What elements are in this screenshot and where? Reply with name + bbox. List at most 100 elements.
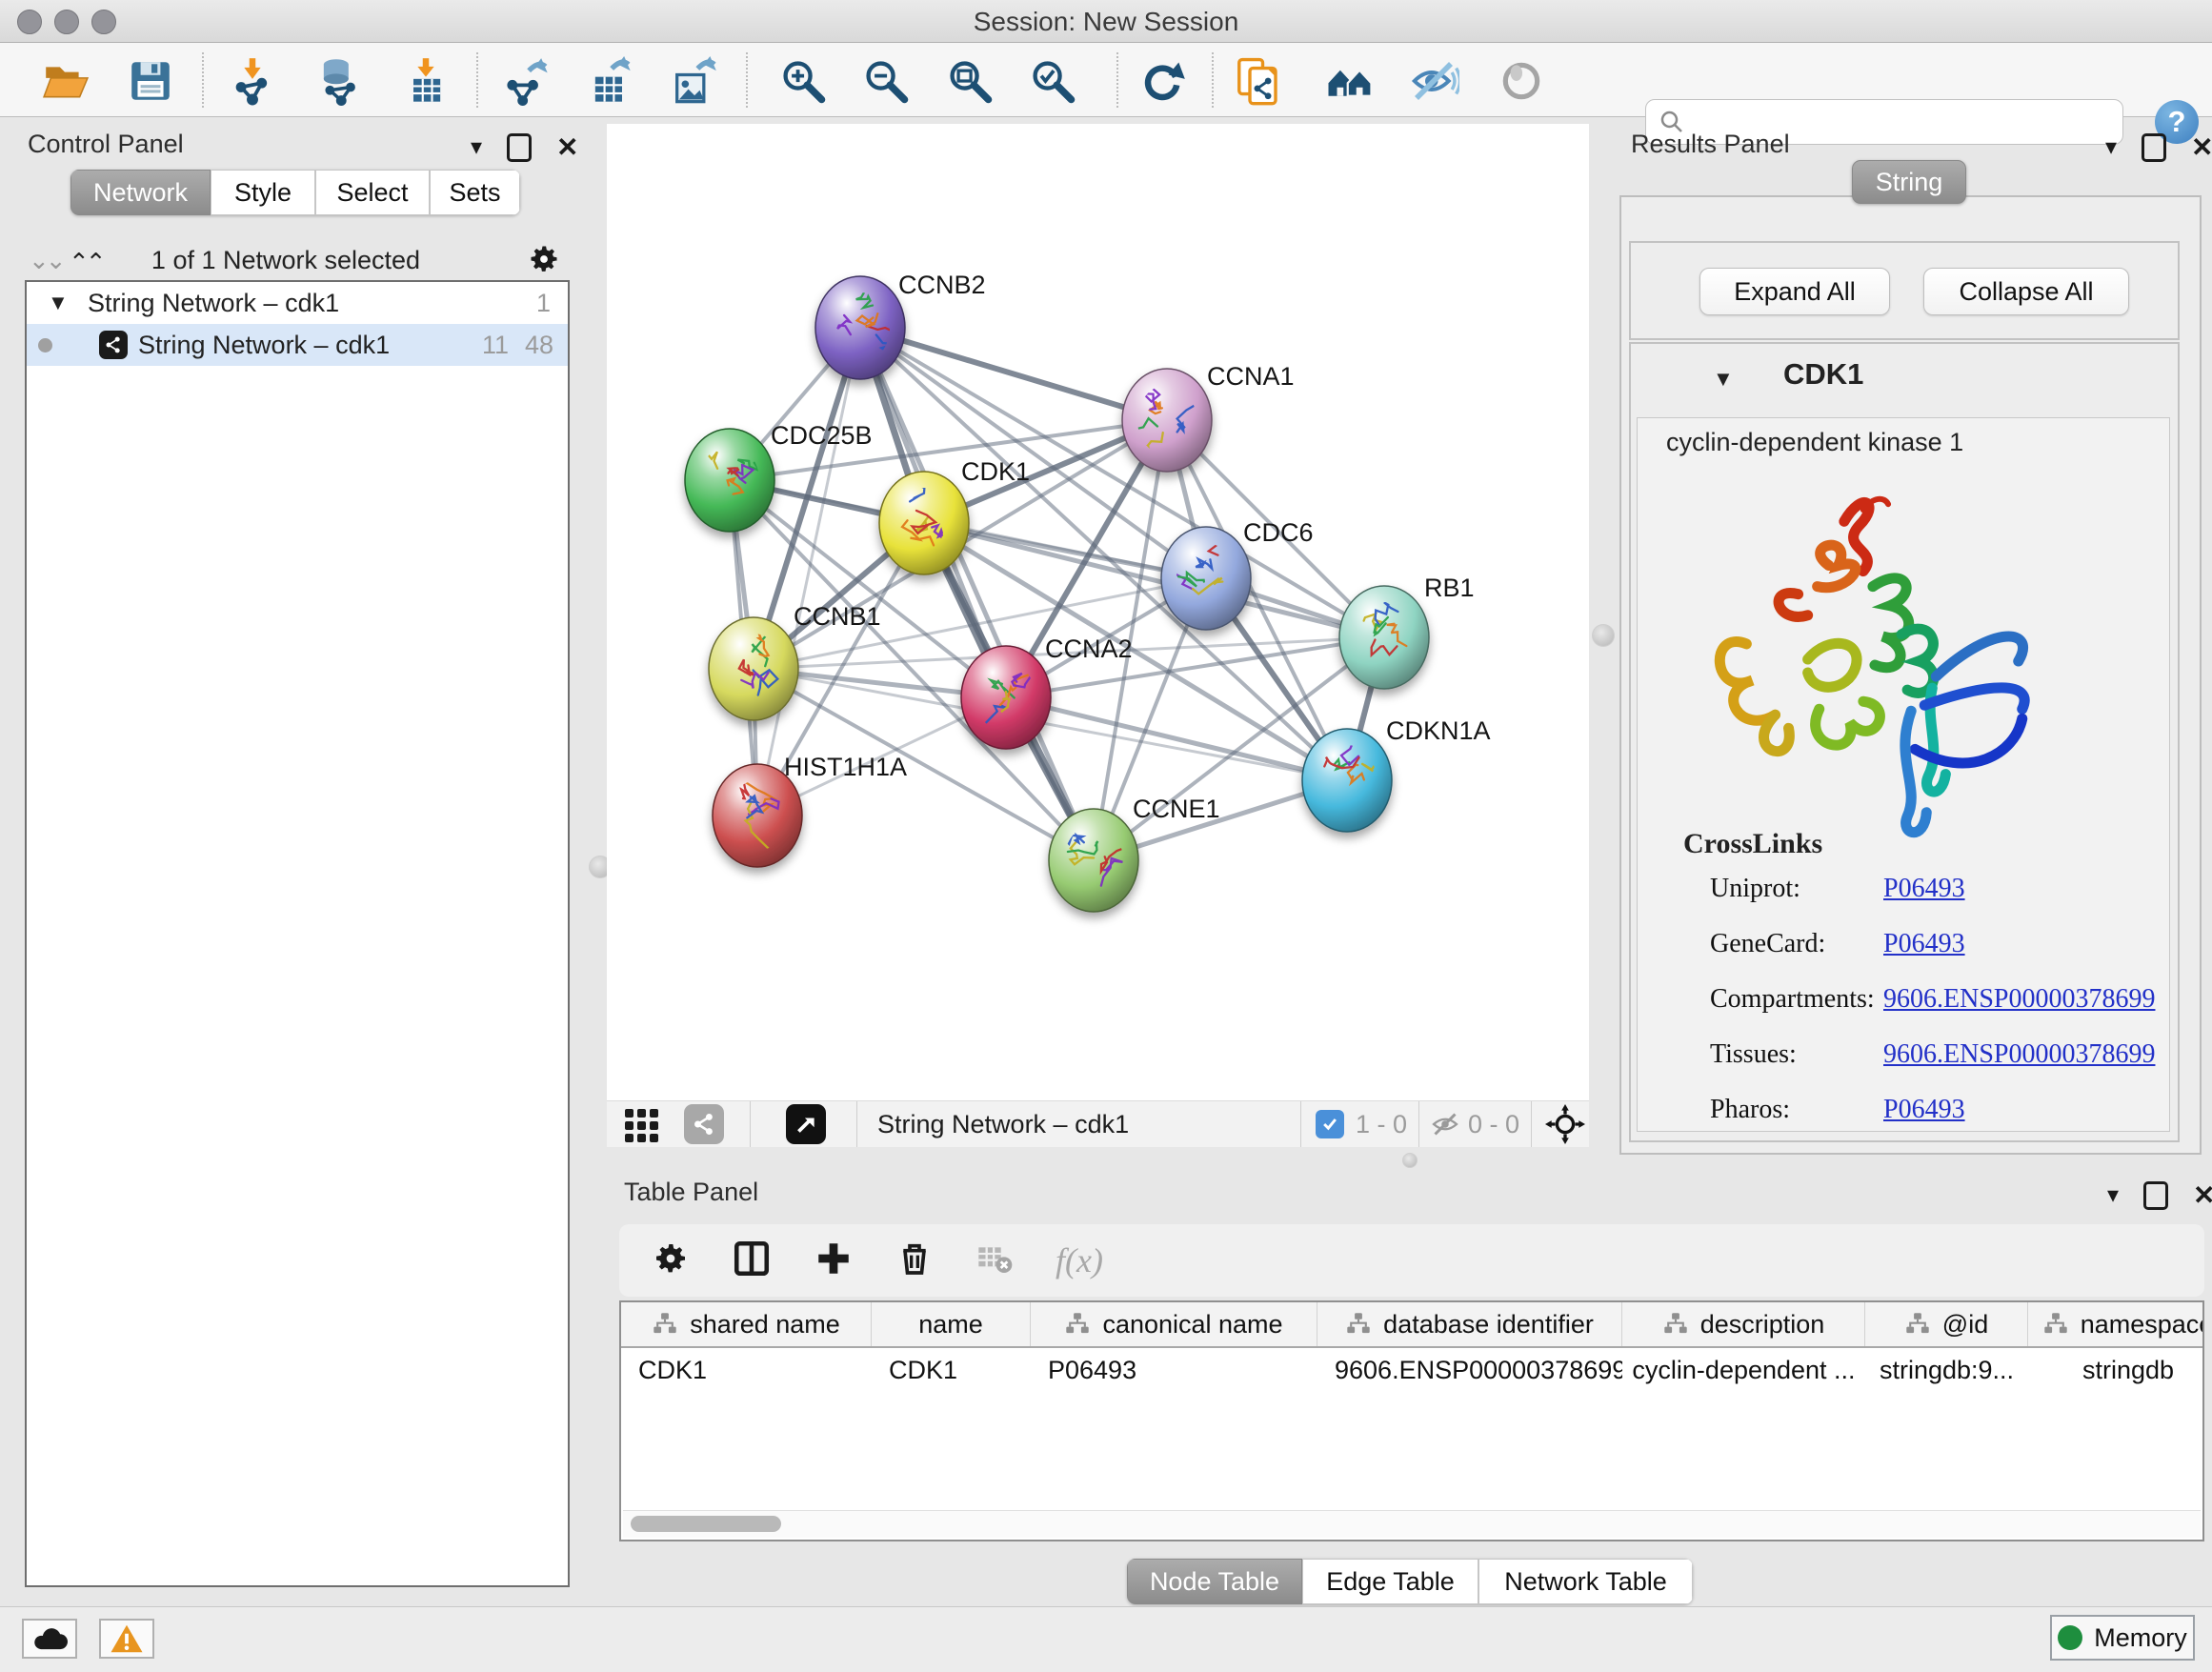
export-table-icon[interactable] xyxy=(583,54,636,108)
crosslink-link[interactable]: P06493 xyxy=(1883,874,1965,904)
add-column-icon[interactable] xyxy=(814,1239,854,1283)
export-image-icon[interactable] xyxy=(667,54,720,108)
memory-status-dot-icon xyxy=(2058,1625,2082,1650)
tab-edge-table[interactable]: Edge Table xyxy=(1302,1559,1478,1604)
network-from-selection-icon[interactable] xyxy=(1232,54,1285,108)
table-cell[interactable]: stringdb:9... xyxy=(1865,1356,2028,1385)
column-header-name[interactable]: name xyxy=(872,1302,1031,1346)
table-cell[interactable]: P06493 xyxy=(1031,1356,1317,1385)
collapse-all-icon[interactable]: ⌄⌄ xyxy=(29,246,63,275)
import-table-file-icon[interactable] xyxy=(399,54,452,108)
close-panel-icon[interactable]: ✕ xyxy=(2193,1179,2212,1211)
network-node[interactable] xyxy=(1122,369,1212,472)
tab-node-table[interactable]: Node Table xyxy=(1127,1559,1302,1604)
network-node[interactable] xyxy=(709,617,798,720)
float-panel-icon[interactable] xyxy=(507,133,532,162)
crosslink-link[interactable]: 9606.ENSP00000378699 xyxy=(1883,984,2155,1015)
tab-network-table[interactable]: Network Table xyxy=(1478,1559,1693,1604)
window-title: Session: New Session xyxy=(0,7,2212,37)
table-cell[interactable]: CDK1 xyxy=(621,1356,872,1385)
refresh-icon[interactable] xyxy=(1136,54,1189,108)
network-tree: ▼ String Network – cdk1 1 String Network… xyxy=(25,280,570,1587)
open-session-icon[interactable] xyxy=(38,54,91,108)
zoom-selected-icon[interactable] xyxy=(1026,54,1079,108)
network-node[interactable] xyxy=(1302,729,1392,832)
memory-button[interactable]: Memory xyxy=(2050,1615,2195,1661)
table-cell[interactable]: stringdb xyxy=(2028,1356,2204,1385)
home-icon[interactable] xyxy=(1323,54,1377,108)
horizontal-splitter-grip[interactable] xyxy=(1402,1153,1418,1168)
table-cell[interactable]: 9606.ENSP00000378699 xyxy=(1317,1356,1622,1385)
zoom-in-icon[interactable] xyxy=(776,54,830,108)
crosslink-link[interactable]: 9606.ENSP00000378699 xyxy=(1883,1039,2155,1070)
panel-menu-icon[interactable]: ▾ xyxy=(2107,1181,2119,1209)
scrollbar-thumb[interactable] xyxy=(631,1516,781,1532)
node-table[interactable]: shared namenamecanonical namedatabase id… xyxy=(619,1300,2204,1541)
crosslink-label: Compartments: xyxy=(1710,984,1875,1015)
network-collection-label: String Network – cdk1 xyxy=(88,289,339,318)
toolbar-separator xyxy=(1531,1101,1532,1147)
save-session-icon[interactable] xyxy=(124,54,177,108)
network-view-toolbar: String Network – cdk1 1 - 0 0 - 0 xyxy=(607,1100,1589,1147)
table-cell[interactable]: cyclin-dependent ... xyxy=(1622,1356,1865,1385)
column-header-database-identifier[interactable]: database identifier xyxy=(1317,1302,1622,1346)
export-network-icon[interactable] xyxy=(500,54,553,108)
column-header--id[interactable]: @id xyxy=(1865,1302,2028,1346)
close-panel-icon[interactable]: ✕ xyxy=(556,131,578,163)
column-header-shared-name[interactable]: shared name xyxy=(621,1302,872,1346)
crosslink-link[interactable]: P06493 xyxy=(1883,929,1965,959)
table-panel-title: Table Panel xyxy=(624,1178,758,1207)
zoom-out-icon[interactable] xyxy=(859,54,913,108)
network-edge[interactable] xyxy=(860,328,1167,420)
column-header-namespace[interactable]: namespace xyxy=(2028,1302,2204,1346)
network-node[interactable] xyxy=(1161,527,1251,630)
cloud-icon[interactable] xyxy=(22,1619,77,1659)
table-horizontal-scrollbar[interactable] xyxy=(623,1510,2201,1538)
network-view-share-icon[interactable] xyxy=(684,1104,724,1144)
collapse-all-button[interactable]: Collapse All xyxy=(1923,268,2129,315)
tab-string[interactable]: String xyxy=(1852,160,1966,204)
tab-style[interactable]: Style xyxy=(211,170,315,215)
pan-crosshair-icon[interactable] xyxy=(1545,1104,1585,1149)
selected-checkbox-icon[interactable] xyxy=(1316,1110,1344,1138)
warning-icon[interactable] xyxy=(99,1619,154,1659)
hidden-indicator: 0 - 0 xyxy=(1468,1110,1519,1139)
network-row[interactable]: String Network – cdk1 11 48 xyxy=(27,324,568,366)
close-panel-icon[interactable]: ✕ xyxy=(2191,131,2212,163)
tab-sets[interactable]: Sets xyxy=(430,170,520,215)
collapse-tree-icon[interactable]: ▼ xyxy=(48,291,69,315)
collapse-protein-icon[interactable]: ▼ xyxy=(1713,367,1734,392)
grid-view-icon[interactable] xyxy=(621,1103,663,1150)
crosslinks-heading: CrossLinks xyxy=(1683,828,1822,860)
float-panel-icon[interactable] xyxy=(2143,1181,2168,1210)
network-node[interactable] xyxy=(1339,586,1429,689)
column-header-canonical-name[interactable]: canonical name xyxy=(1031,1302,1317,1346)
panel-menu-icon[interactable]: ▾ xyxy=(471,133,482,161)
network-options-gear-icon[interactable] xyxy=(527,242,561,281)
network-node[interactable] xyxy=(1049,809,1138,912)
tab-network[interactable]: Network xyxy=(70,170,211,215)
import-network-database-icon[interactable] xyxy=(312,54,365,108)
birdseye-view-icon[interactable] xyxy=(786,1104,826,1144)
tab-select[interactable]: Select xyxy=(315,170,430,215)
column-header-description[interactable]: description xyxy=(1622,1302,1865,1346)
float-panel-icon[interactable] xyxy=(2142,133,2166,162)
network-view-canvas[interactable]: CCNB2CCNA1CDC25BCDK1CDC6RB1CCNB1CCNA2CDK… xyxy=(607,124,1589,1100)
table-row[interactable]: CDK1CDK1P064939606.ENSP00000378699cyclin… xyxy=(621,1348,2202,1392)
gear-icon[interactable] xyxy=(652,1239,690,1282)
string-network-icon xyxy=(99,331,128,359)
protein-description: cyclin-dependent kinase 1 xyxy=(1666,428,1963,457)
sphere-icon[interactable] xyxy=(1495,54,1548,108)
network-collection-row[interactable]: ▼ String Network – cdk1 1 xyxy=(27,282,568,324)
hide-selected-icon[interactable] xyxy=(1407,54,1460,108)
delete-column-icon[interactable] xyxy=(895,1239,934,1282)
network-node[interactable] xyxy=(815,276,905,379)
hidden-eye-icon[interactable] xyxy=(1428,1107,1462,1146)
expand-all-button[interactable]: Expand All xyxy=(1699,268,1890,315)
table-cell[interactable]: CDK1 xyxy=(872,1356,1031,1385)
panel-menu-icon[interactable]: ▾ xyxy=(2105,133,2117,161)
crosslink-link[interactable]: P06493 xyxy=(1883,1095,1965,1125)
zoom-fit-icon[interactable] xyxy=(943,54,996,108)
split-columns-icon[interactable] xyxy=(732,1239,772,1283)
import-network-file-icon[interactable] xyxy=(226,54,279,108)
